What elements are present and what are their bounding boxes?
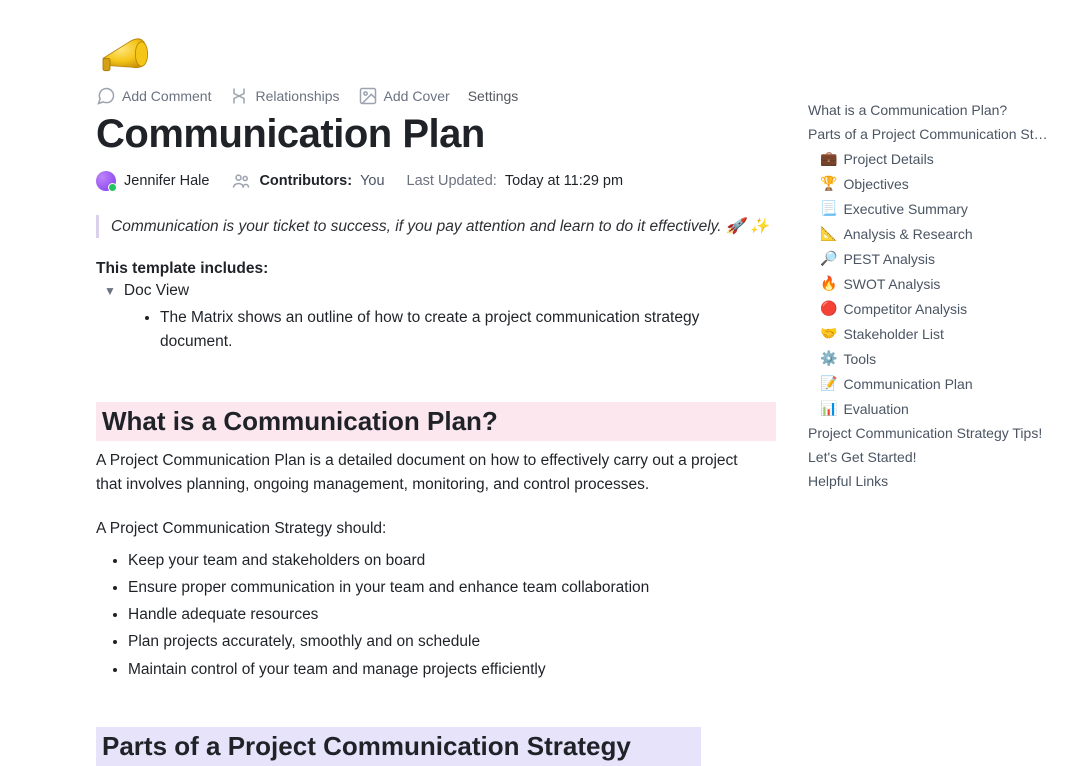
- outline-link[interactable]: Helpful Links: [808, 469, 1048, 493]
- caret-down-icon: ▼: [104, 284, 116, 298]
- settings-button[interactable]: Settings: [468, 88, 519, 104]
- relationships-button[interactable]: Relationships: [229, 86, 339, 106]
- emoji-icon: ⚙️: [820, 350, 837, 367]
- outline-sub-link[interactable]: 🔥SWOT Analysis: [808, 271, 1048, 296]
- outline-link[interactable]: What is a Communication Plan?: [808, 98, 1048, 122]
- avatar: [96, 171, 116, 191]
- list-item[interactable]: Maintain control of your team and manage…: [128, 656, 776, 683]
- last-updated-value: Today at 11:29 pm: [505, 173, 623, 189]
- outline-sub-link[interactable]: 🔴Competitor Analysis: [808, 296, 1048, 321]
- contributors-label: Contributors:: [259, 173, 352, 189]
- quote-text: Communication is your ticket to success,…: [111, 218, 769, 235]
- contributors[interactable]: Contributors: You: [231, 171, 384, 191]
- add-comment-button[interactable]: Add Comment: [96, 86, 211, 106]
- emoji-icon: 📃: [820, 200, 837, 217]
- list-item[interactable]: Ensure proper communication in your team…: [128, 574, 776, 601]
- list-item[interactable]: Handle adequate resources: [128, 601, 776, 628]
- last-updated: Last Updated: Today at 11:29 pm: [407, 173, 624, 189]
- should-bullets: Keep your team and stakeholders on board…: [128, 547, 776, 683]
- outline-link[interactable]: Let's Get Started!: [808, 445, 1048, 469]
- outline-sub-link[interactable]: 📝Communication Plan: [808, 371, 1048, 396]
- add-cover-button[interactable]: Add Cover: [358, 86, 450, 106]
- meta-row: Jennifer Hale Contributors: You Last Upd…: [96, 171, 776, 191]
- page-icon[interactable]: [96, 32, 152, 76]
- emoji-icon: 📊: [820, 400, 837, 417]
- last-updated-label: Last Updated:: [407, 173, 497, 189]
- doc-view-label: Doc View: [124, 282, 189, 300]
- page-toolbar: Add Comment Relationships Add Cover Sett…: [96, 86, 776, 106]
- emoji-icon: 💼: [820, 150, 837, 167]
- outline-sub-link[interactable]: 📊Evaluation: [808, 396, 1048, 421]
- image-icon: [358, 86, 378, 106]
- outline-sub-link[interactable]: ⚙️Tools: [808, 346, 1048, 371]
- add-cover-label: Add Cover: [384, 88, 450, 104]
- outline-sub-link[interactable]: 🔎PEST Analysis: [808, 246, 1048, 271]
- list-item[interactable]: Keep your team and stakeholders on board: [128, 547, 776, 574]
- people-icon: [231, 171, 251, 191]
- emoji-icon: 🔎: [820, 250, 837, 267]
- outline-sub-link[interactable]: 💼Project Details: [808, 146, 1048, 171]
- matrix-bullet[interactable]: The Matrix shows an outline of how to cr…: [160, 306, 720, 354]
- owner[interactable]: Jennifer Hale: [96, 171, 209, 191]
- should-label[interactable]: A Project Communication Strategy should:: [96, 517, 756, 541]
- emoji-icon: 📝: [820, 375, 837, 392]
- emoji-icon: 🏆: [820, 175, 837, 192]
- settings-label: Settings: [468, 88, 519, 104]
- outline-link[interactable]: Parts of a Project Communication St…: [808, 122, 1048, 146]
- comment-icon: [96, 86, 116, 106]
- outline-sub-link[interactable]: 🤝Stakeholder List: [808, 321, 1048, 346]
- outline-link[interactable]: Project Communication Strategy Tips!: [808, 421, 1048, 445]
- outline-sidebar: What is a Communication Plan? Parts of a…: [808, 98, 1048, 493]
- emoji-icon: 🤝: [820, 325, 837, 342]
- outline-sub-link[interactable]: 📃Executive Summary: [808, 196, 1048, 221]
- doc-view-toggle[interactable]: ▼ Doc View: [104, 282, 776, 300]
- outline-sub-link[interactable]: 📐Analysis & Research: [808, 221, 1048, 246]
- list-item[interactable]: Plan projects accurately, smoothly and o…: [128, 628, 776, 655]
- includes-label[interactable]: This template includes:: [96, 260, 776, 278]
- emoji-icon: 📐: [820, 225, 837, 242]
- add-comment-label: Add Comment: [122, 88, 211, 104]
- relationships-icon: [229, 86, 249, 106]
- section1-para[interactable]: A Project Communication Plan is a detail…: [96, 449, 756, 497]
- contributors-value: You: [360, 173, 384, 189]
- page-title[interactable]: Communication Plan: [96, 112, 776, 157]
- owner-name: Jennifer Hale: [124, 173, 209, 189]
- emoji-icon: 🔥: [820, 275, 837, 292]
- quote-block[interactable]: Communication is your ticket to success,…: [96, 215, 776, 238]
- outline-sub-link[interactable]: 🏆Objectives: [808, 171, 1048, 196]
- heading-what-is[interactable]: What is a Communication Plan?: [96, 402, 776, 441]
- relationships-label: Relationships: [255, 88, 339, 104]
- emoji-icon: 🔴: [820, 300, 837, 317]
